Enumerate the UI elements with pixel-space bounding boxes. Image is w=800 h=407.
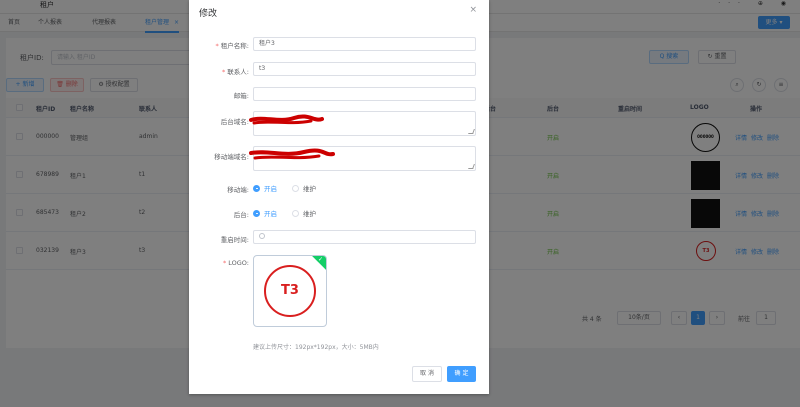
upload-tip: 建议上传尺寸：192px*192px，大小：5MB内 xyxy=(253,344,379,351)
backend-radio-maintain[interactable]: 维护 xyxy=(292,208,316,218)
backend-radio-open[interactable]: 开启 xyxy=(253,208,277,218)
mobile-domain-label: 移动端域名: xyxy=(214,153,249,161)
mobile-label: 移动端: xyxy=(227,186,249,194)
email-label: 邮箱: xyxy=(233,92,249,100)
close-icon[interactable]: × xyxy=(469,5,477,15)
radio-dot-icon xyxy=(253,184,260,192)
tenant-name-input[interactable]: 租户3 xyxy=(253,37,476,51)
redaction-scribble xyxy=(249,148,335,160)
backend-label: 后台: xyxy=(233,211,249,219)
tenant-name-label: * 租户名称: xyxy=(215,42,249,50)
uploaded-logo-image: T3 xyxy=(264,265,316,317)
restart-time-label: 重启时间: xyxy=(220,236,249,244)
mobile-radio-open[interactable]: 开启 xyxy=(253,183,277,193)
dialog-title: 修改 xyxy=(199,9,218,19)
restart-time-picker[interactable] xyxy=(253,230,476,244)
resize-handle-icon[interactable] xyxy=(468,164,475,169)
edit-tenant-dialog: 修改 × * 租户名称: 租户3 * 联系人: t3 邮箱: 后台域名: 移动端域名… xyxy=(189,0,489,394)
admin-domain-label: 后台域名: xyxy=(220,118,249,126)
resize-handle-icon[interactable] xyxy=(468,129,475,134)
radio-dot-icon xyxy=(292,209,299,217)
radio-dot-icon xyxy=(253,209,260,217)
confirm-button[interactable]: 确 定 xyxy=(447,366,476,382)
logo-upload-card[interactable]: ✓ T3 xyxy=(253,255,327,327)
cancel-button[interactable]: 取 消 xyxy=(412,366,442,382)
email-input[interactable] xyxy=(253,87,476,101)
contact-input[interactable]: t3 xyxy=(253,62,476,76)
radio-dot-icon xyxy=(292,184,299,192)
logo-label: * LOGO: xyxy=(223,259,249,267)
redaction-scribble xyxy=(249,114,324,125)
contact-label: * 联系人: xyxy=(222,68,249,76)
clock-icon xyxy=(259,232,265,239)
mobile-radio-maintain[interactable]: 维护 xyxy=(292,183,316,193)
check-icon: ✓ xyxy=(317,256,323,263)
